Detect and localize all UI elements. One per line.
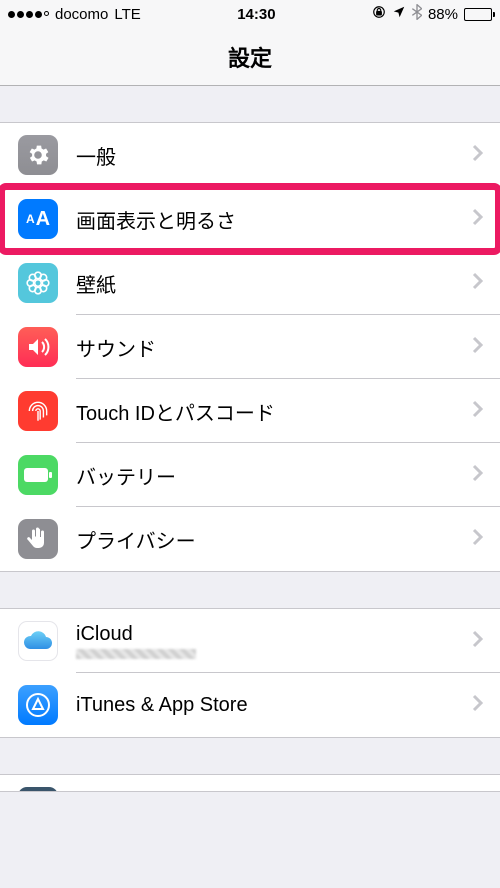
settings-group-3-partial	[0, 774, 500, 792]
row-label: 画面表示と明るさ	[76, 205, 472, 234]
fingerprint-icon	[18, 391, 58, 431]
unknown-icon	[18, 787, 58, 792]
status-bar: docomo LTE 14:30 88%	[0, 0, 500, 28]
settings-group-2: iCloud iTunes & App Store	[0, 608, 500, 738]
flower-icon	[18, 263, 58, 303]
hand-icon	[18, 519, 58, 559]
row-privacy[interactable]: プライバシー	[0, 507, 500, 571]
row-label: iTunes & App Store	[76, 694, 472, 717]
gear-icon	[18, 135, 58, 175]
speaker-icon	[18, 327, 58, 367]
row-sounds[interactable]: サウンド	[0, 315, 500, 379]
chevron-right-icon	[472, 400, 484, 423]
nav-bar: 設定	[0, 28, 500, 86]
status-time: 14:30	[237, 6, 275, 23]
chevron-right-icon	[472, 144, 484, 167]
bluetooth-icon	[412, 4, 422, 24]
row-label: プライバシー	[76, 525, 472, 554]
icloud-account-redacted	[76, 649, 196, 659]
chevron-right-icon	[472, 694, 484, 717]
chevron-right-icon	[472, 336, 484, 359]
row-label: サウンド	[76, 333, 472, 362]
settings-group-1: 一般 AA 画面表示と明るさ 壁紙 サウンド Touch IDとパスコード	[0, 122, 500, 572]
cloud-icon	[18, 621, 58, 661]
battery-percent: 88%	[428, 6, 458, 23]
row-label: Touch IDとパスコード	[76, 397, 472, 426]
battery-icon	[464, 8, 492, 21]
row-icloud[interactable]: iCloud	[0, 609, 500, 673]
chevron-right-icon	[472, 528, 484, 551]
row-label: 壁紙	[76, 269, 472, 298]
battery-row-icon	[18, 455, 58, 495]
row-label: バッテリー	[76, 461, 472, 490]
status-right: 88%	[372, 4, 492, 24]
row-itunes-appstore[interactable]: iTunes & App Store	[0, 673, 500, 737]
row-touch-id[interactable]: Touch IDとパスコード	[0, 379, 500, 443]
status-left: docomo LTE	[8, 6, 141, 23]
row-general[interactable]: 一般	[0, 123, 500, 187]
chevron-right-icon	[472, 464, 484, 487]
appstore-icon	[18, 685, 58, 725]
row-label: 一般	[76, 141, 472, 170]
signal-strength-icon	[8, 11, 49, 18]
location-icon	[392, 5, 406, 23]
row-wallpaper[interactable]: 壁紙	[0, 251, 500, 315]
carrier-label: docomo	[55, 6, 108, 23]
text-size-icon: AA	[18, 199, 58, 239]
row-battery[interactable]: バッテリー	[0, 443, 500, 507]
page-title: 設定	[228, 41, 272, 73]
chevron-right-icon	[472, 208, 484, 231]
chevron-right-icon	[472, 630, 484, 653]
network-label: LTE	[114, 6, 140, 23]
row-display-brightness[interactable]: AA 画面表示と明るさ	[0, 187, 500, 251]
row-label: iCloud	[76, 623, 472, 646]
chevron-right-icon	[472, 272, 484, 295]
row-partial[interactable]	[0, 775, 500, 792]
orientation-lock-icon	[372, 5, 386, 23]
